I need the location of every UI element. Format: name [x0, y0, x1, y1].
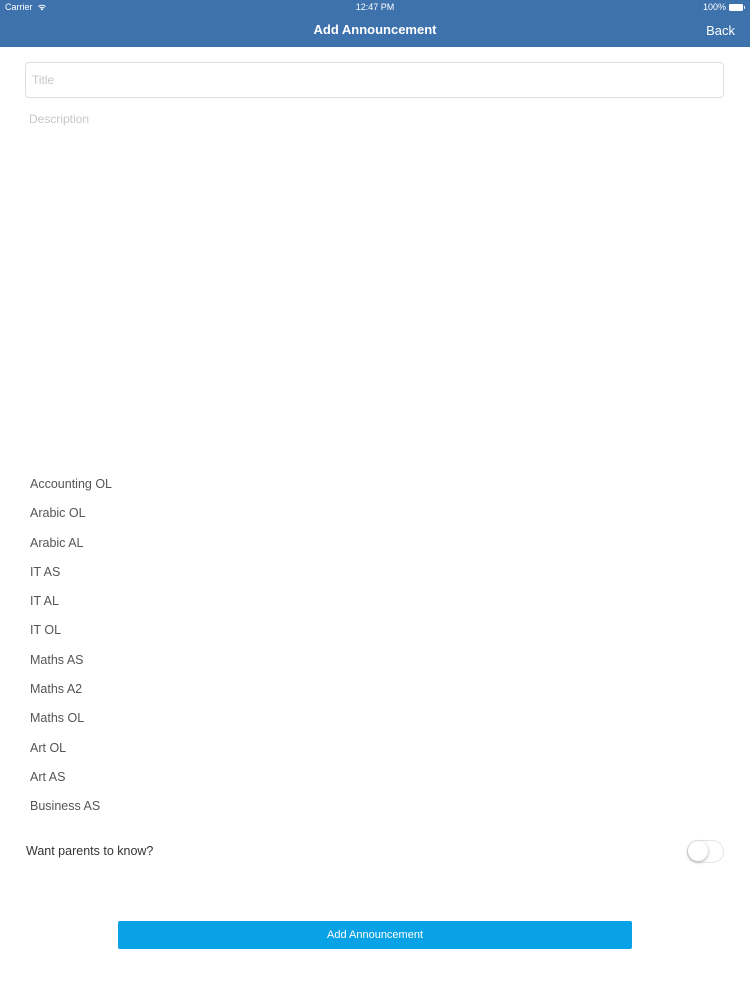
subject-item[interactable]: Business AS [0, 792, 750, 821]
parents-toggle-label: Want parents to know? [26, 844, 154, 858]
status-bar: Carrier 12:47 PM 100% [0, 0, 750, 14]
subject-list: Accounting OL Arabic OL Arabic AL IT AS … [0, 470, 750, 822]
subject-item[interactable]: Accounting OL [0, 470, 750, 499]
status-time: 12:47 PM [355, 2, 395, 12]
navigation-header: Carrier 12:47 PM 100% Add Announcement B… [0, 0, 750, 47]
subject-item[interactable]: Arabic OL [0, 499, 750, 528]
battery-percent: 100% [702, 2, 726, 12]
page-title: Add Announcement [313, 22, 437, 37]
battery-icon [729, 3, 745, 11]
add-announcement-button[interactable]: Add Announcement [118, 921, 632, 949]
description-input[interactable] [25, 108, 724, 458]
subject-item[interactable]: Maths A2 [0, 675, 750, 704]
status-battery: 100% [703, 2, 745, 12]
subject-item[interactable]: IT AL [0, 587, 750, 616]
parents-toggle[interactable] [687, 840, 724, 863]
subject-item[interactable]: Maths OL [0, 704, 750, 733]
back-button[interactable]: Back [706, 23, 735, 38]
subject-item[interactable]: Art OL [0, 734, 750, 763]
title-input[interactable] [25, 62, 724, 98]
subject-item[interactable]: Art AS [0, 763, 750, 792]
subject-item[interactable]: Arabic AL [0, 529, 750, 558]
toggle-knob [688, 841, 708, 861]
subject-item[interactable]: IT OL [0, 616, 750, 645]
subject-item[interactable]: IT AS [0, 558, 750, 587]
subject-item[interactable]: Maths AS [0, 646, 750, 675]
